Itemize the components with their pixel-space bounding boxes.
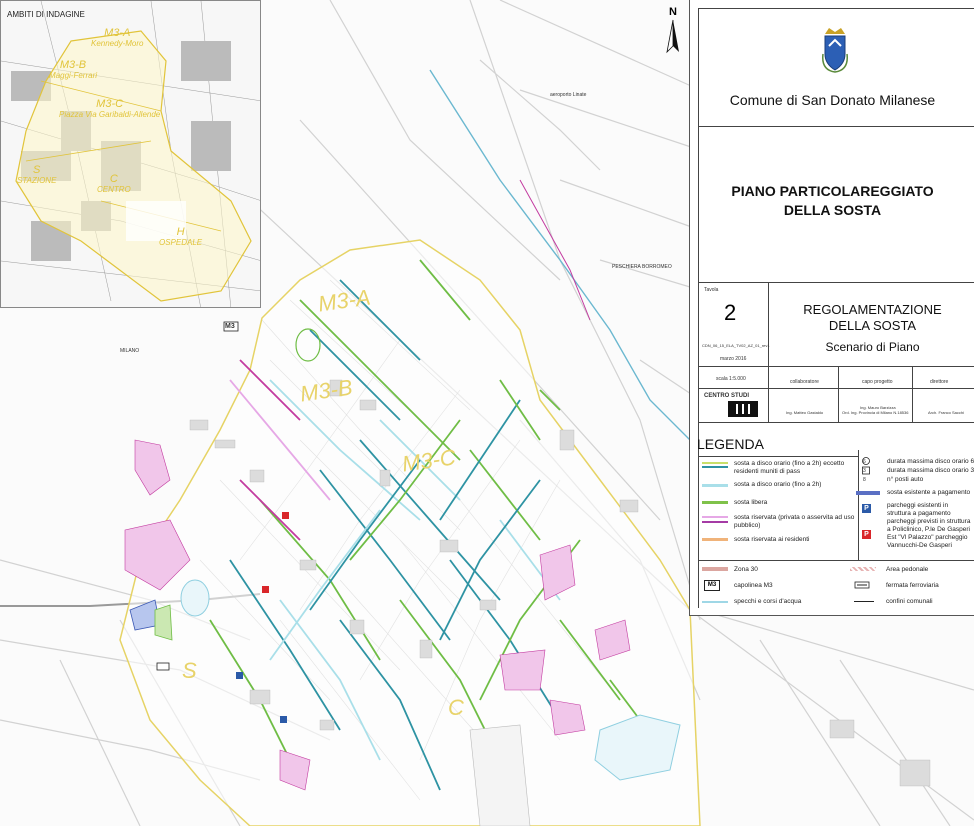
- inset-zone-code: M3-B: [59, 59, 87, 71]
- inset-zone-m3c: M3-C Piazza Via Garibaldi-Allende: [59, 98, 160, 119]
- legend-swatch: [702, 484, 728, 487]
- zone-label-c: C: [448, 695, 464, 720]
- metro-icon: M3: [704, 580, 720, 591]
- legend-swatch: [856, 491, 880, 495]
- legend-item-specchi-acqua: specchi e corsi d'acqua: [734, 598, 802, 605]
- legend-item-posti-auto: n° posti auto: [887, 476, 924, 483]
- map-label-milano: MILANO: [120, 348, 140, 354]
- legend-swatch: [702, 501, 728, 504]
- plan-title: PIANO PARTICOLAREGGIATO DELLA SOSTA: [690, 182, 974, 220]
- legend-item-parcheggi-previsti: parcheggi previsti in struttura a Policl…: [887, 518, 971, 549]
- legend-item-durata-3: durata massima disco orario 3: [887, 467, 974, 474]
- title-block: Comune di San Donato Milanese PIANO PART…: [689, 0, 974, 616]
- inset-zone-name: Maggi-Ferrari: [49, 71, 98, 80]
- legend-swatch: [702, 466, 728, 468]
- legend-swatch: [854, 601, 874, 602]
- name-direttore: Arch. Franco Sacchi: [928, 410, 965, 415]
- legend-item-sosta-pagamento: sosta esistente a pagamento: [887, 489, 971, 496]
- legend-swatch: [702, 462, 728, 464]
- document-date: marzo 2016: [720, 356, 747, 362]
- legend-swatch: [702, 601, 728, 603]
- north-arrow-icon: [666, 19, 679, 54]
- inset-zone-name: STAZIONE: [17, 176, 57, 185]
- legend-item-fermata-ferroviaria: fermata ferroviaria: [886, 582, 939, 589]
- section-title: REGOLAMENTAZIONE DELLA SOSTA: [770, 302, 974, 334]
- north-label: N: [669, 6, 677, 18]
- inset-title: AMBITI DI INDAGINE: [7, 10, 85, 19]
- parking-planned-icon: P: [862, 530, 871, 539]
- legend-item-area-pedonale: Area pedonale: [886, 566, 929, 573]
- legend-item-sosta-riservata: sosta riservata (privata o asservita ad …: [734, 514, 855, 529]
- coat-of-arms-icon: [822, 28, 848, 73]
- tavola-label: Tavola: [704, 287, 719, 293]
- legend-icon-6: 6: [863, 459, 866, 465]
- section-title-line1: REGOLAMENTAZIONE: [803, 302, 942, 317]
- parking-existing-icon: P: [862, 504, 871, 513]
- comune-name: Comune di San Donato Milanese: [729, 92, 936, 108]
- legend-item-confini-comunali: confini comunali: [886, 598, 933, 605]
- legend-item-disco-orario: sosta a disco orario (fino a 2h): [734, 481, 822, 488]
- legend-item-capolinea-m3: capolinea M3: [734, 582, 773, 589]
- legend-swatch: [702, 516, 728, 518]
- logo-text: CENTRO STUDI: [704, 393, 749, 399]
- inset-zone-code: H: [176, 226, 185, 238]
- name-collaboratore: Ing. Matteo Gastaldo: [786, 410, 824, 415]
- name-capo-progetto-order: Ord. Ing. Provincia di Milano N.18536: [842, 410, 909, 415]
- inset-map: AMBITI DI INDAGINE M3-A Kennedy-Moro M3-…: [0, 0, 261, 308]
- legend-item-sosta-residenti: sosta riservata ai residenti: [734, 536, 810, 543]
- inset-zone-name: OSPEDALE: [159, 238, 203, 247]
- inset-zone-code: C: [109, 173, 118, 185]
- inset-zone-code: M3-C: [96, 98, 124, 110]
- inset-zone-m3a: M3-A Kennedy-Moro: [91, 27, 143, 48]
- legend-item-parcheggi-esistenti: parcheggi esistenti in struttura a pagam…: [887, 502, 951, 517]
- north-arrow: N: [661, 6, 685, 61]
- legend-item-disco-eccetto-residenti: sosta a disco orario (fino a 2h) eccetto…: [734, 460, 845, 475]
- centro-studi-logo: [728, 401, 758, 417]
- legend-swatch: [702, 521, 728, 523]
- inset-zone-code: S: [33, 164, 41, 176]
- legend-swatch: [850, 567, 876, 571]
- zone-label-s: S: [182, 658, 197, 683]
- scenario-label: Scenario di Piano: [825, 340, 920, 354]
- plan-title-line2: DELLA SOSTA: [783, 202, 882, 218]
- inset-zone-h: H OSPEDALE: [159, 226, 202, 247]
- section-title-line2: DELLA SOSTA: [828, 318, 917, 333]
- map-label-aeroporto: aeroporto Linate: [550, 92, 587, 98]
- scale-label: scala 1:5.000: [716, 376, 746, 382]
- plan-title-line1: PIANO PARTICOLAREGGIATO: [731, 183, 934, 199]
- role-capo-progetto: capo progetto: [862, 379, 893, 385]
- inset-zone-c: C CENTRO: [97, 173, 131, 194]
- role-collaboratore: collaboratore: [790, 379, 819, 385]
- inset-zone-name: CENTRO: [97, 185, 131, 194]
- tavola-number: 2: [724, 300, 737, 325]
- legend-icon-8: 8: [863, 477, 866, 483]
- legend-title: LEGENDA: [697, 436, 764, 452]
- train-stop-icon: [854, 581, 870, 589]
- map-label-m3: M3: [225, 323, 235, 330]
- legend-swatch: [702, 567, 728, 571]
- inset-zone-s: S STAZIONE: [17, 164, 56, 185]
- map-label-peschiera: PESCHIERA BORROMEO: [612, 264, 672, 270]
- inset-zone-name: Piazza Via Garibaldi-Allende: [59, 110, 161, 119]
- inset-zone-name: Kennedy-Moro: [91, 39, 144, 48]
- role-direttore: direttore: [930, 379, 949, 385]
- legend-item-durata-6: durata massima disco orario 6: [887, 458, 974, 465]
- inset-zone-code: M3-A: [104, 27, 131, 39]
- legend-item-zona-30: Zona 30: [734, 566, 758, 573]
- legend-swatch: [702, 538, 728, 541]
- inset-zone-m3b: M3-B Maggi-Ferrari: [49, 59, 97, 80]
- legend-item-sosta-libera: sosta libera: [734, 499, 768, 506]
- document-code: CDN_06_15_ELA_TV02_AZ_01_rev1: [702, 343, 770, 348]
- legend-icon-3: 3: [863, 468, 866, 474]
